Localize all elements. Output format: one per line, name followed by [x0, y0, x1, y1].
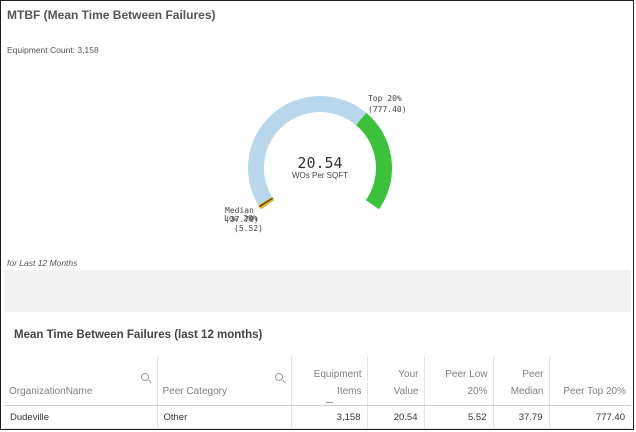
column-header-label: Equipment Items — [313, 369, 362, 397]
gauge-top-value: (777.40) — [368, 105, 407, 114]
gauge-center-value: 20.54 — [297, 154, 343, 172]
cell-organization: Dudeville — [4, 405, 158, 429]
equipment-count: Equipment Count: 3,158 — [7, 45, 99, 55]
table-row[interactable]: Dudeville Other 3,158 20.54 5.52 37.79 7… — [4, 405, 631, 429]
mtbf-table: OrganizationName Peer Category Equipment… — [4, 357, 631, 429]
cell-your-value: 20.54 — [367, 405, 425, 429]
cell-equipment-items: 3,158 — [291, 405, 368, 429]
card-title: MTBF (Mean Time Between Failures) — [7, 8, 216, 22]
table-title: Mean Time Between Failures (last 12 mont… — [14, 329, 263, 341]
column-header-your-value[interactable]: Your Value — [367, 357, 425, 406]
gauge-median-value: (37.79) — [225, 215, 259, 224]
column-header-label: Peer Top 20% — [563, 386, 626, 397]
column-header-label: Peer Median — [510, 369, 544, 397]
column-header-organization[interactable]: OrganizationName — [4, 357, 158, 406]
column-header-peer-top[interactable]: Peer Top 20% — [549, 357, 631, 406]
column-header-peer-median[interactable]: Peer Median — [493, 357, 550, 406]
table-header-row: OrganizationName Peer Category Equipment… — [4, 357, 631, 406]
gauge-median-marker — [258, 197, 274, 208]
column-header-peer-low[interactable]: Peer Low 20% — [424, 357, 494, 406]
gauge-center-unit: WOs Per SQFT — [292, 171, 348, 180]
cell-peer-top: 777.40 — [549, 405, 631, 429]
divider-band — [4, 270, 631, 312]
search-icon[interactable] — [274, 373, 283, 381]
cell-peer-median: 37.79 — [493, 405, 550, 429]
sort-indicator-icon — [326, 402, 333, 403]
column-header-label: Your Value — [393, 369, 419, 397]
period-label: for Last 12 Months — [7, 258, 78, 268]
column-header-label: Peer Low 20% — [445, 369, 488, 397]
gauge-low-value: (5.52) — [234, 224, 263, 233]
cell-peer-low: 5.52 — [424, 405, 494, 429]
cell-peer-category: Other — [157, 405, 292, 429]
column-header-equipment-items[interactable]: Equipment Items — [291, 357, 368, 406]
column-header-label: Peer Category — [162, 386, 227, 397]
column-header-label: OrganizationName — [9, 386, 93, 397]
column-header-peer-category[interactable]: Peer Category — [157, 357, 292, 406]
gauge-top-label: Top 20% — [368, 94, 402, 103]
search-icon[interactable] — [140, 373, 149, 381]
